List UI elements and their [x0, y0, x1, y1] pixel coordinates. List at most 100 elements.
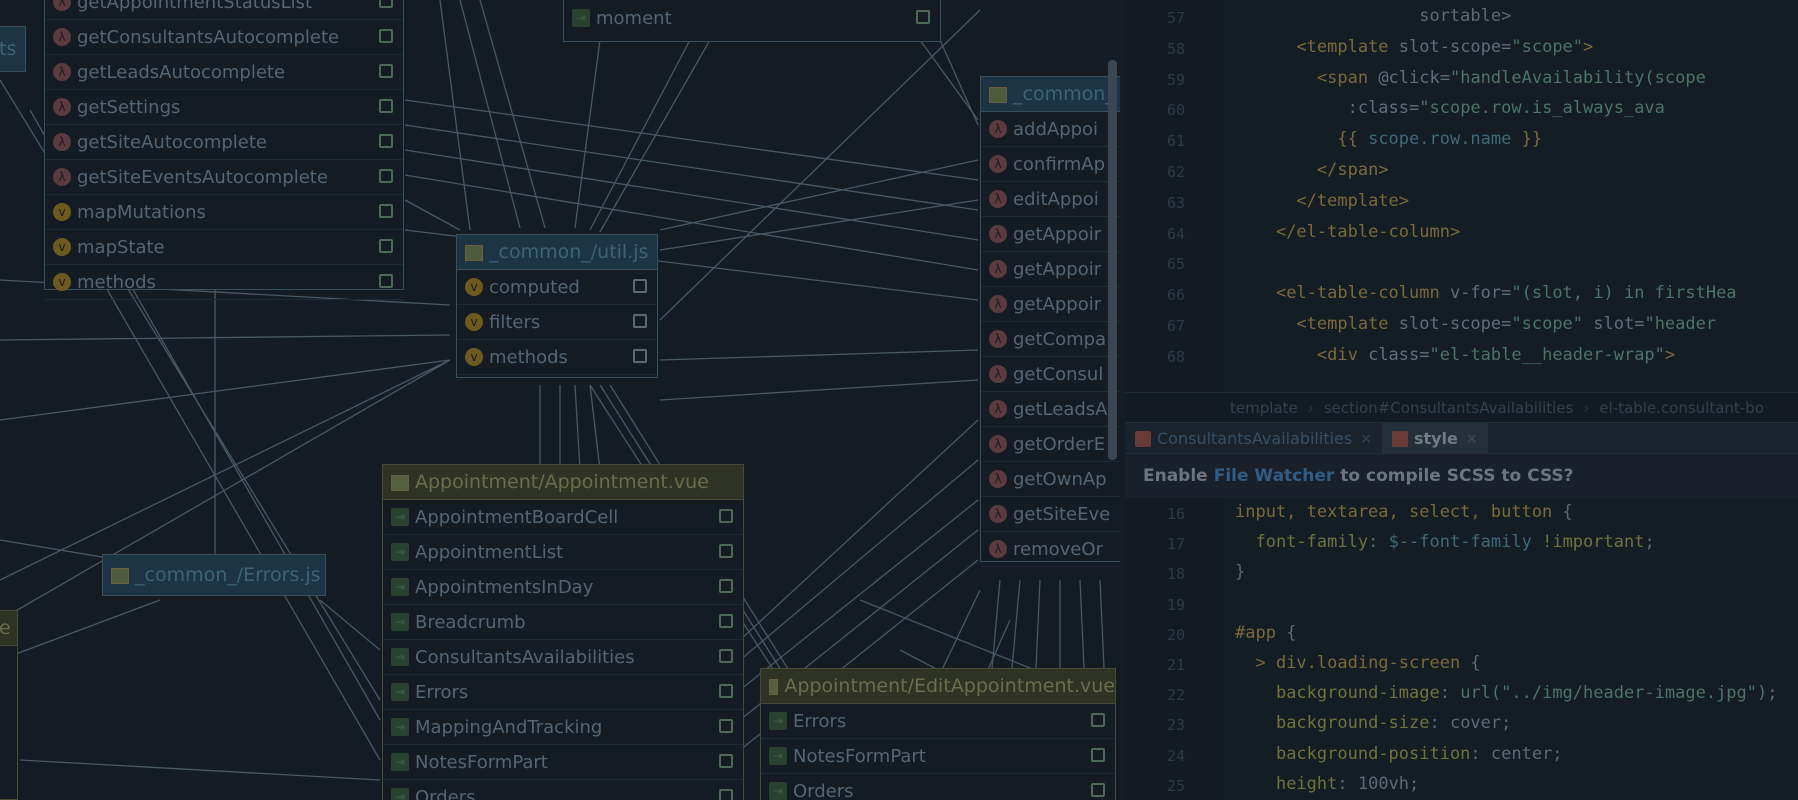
breadcrumb-item[interactable]: section#ConsultantsAvailabilities	[1324, 399, 1574, 417]
node-member[interactable]: λ getAppoir	[981, 217, 1120, 252]
diagram-node-appointment[interactable]: Appointment/Appointment.vue ⇥ Appointment…	[382, 464, 744, 800]
style-code-view[interactable]: 16 input, textarea, select, button {17 fo…	[1125, 498, 1798, 800]
node-member[interactable]: v mapState	[45, 230, 403, 265]
node-member[interactable]: v computed	[457, 270, 657, 305]
lambda-icon: λ	[53, 0, 71, 11]
code-line[interactable]: input, textarea, select, button {	[1235, 502, 1573, 522]
node-member[interactable]: λ removeOr	[981, 532, 1120, 567]
export-icon	[379, 0, 393, 8]
node-member[interactable]: λ getCompa	[981, 322, 1120, 357]
node-member[interactable]: ⇥ ConsultantsAvailabilities	[383, 640, 743, 675]
breadcrumb-item[interactable]: el-table.consultant-bo	[1599, 399, 1764, 417]
code-line[interactable]: <div class="el-table__header-wrap">	[1235, 345, 1675, 365]
code-line[interactable]: background-position: center;	[1235, 744, 1563, 764]
node-member[interactable]: ⇥ AppointmentList	[383, 535, 743, 570]
code-line[interactable]: #app {	[1235, 623, 1296, 643]
node-member[interactable]: ⇥ AppointmentBoardCell	[383, 500, 743, 535]
code-token: <div	[1316, 344, 1369, 365]
component-icon: ⇥	[391, 543, 409, 561]
diagram-scrollbar[interactable]	[1108, 60, 1117, 460]
code-line[interactable]: {{ scope.row.name }}	[1235, 129, 1542, 149]
code-line[interactable]: <template slot-scope="scope" slot="heade…	[1235, 314, 1716, 334]
node-member[interactable]: λ editAppoi	[981, 182, 1120, 217]
breadcrumb-item[interactable]: template	[1230, 399, 1298, 417]
code-editor[interactable]: 57 sortable> 58 <template slot-scope="sco…	[1125, 0, 1798, 800]
diagram-node-edit-appointment[interactable]: Appointment/EditAppointment.vue ⇥ Errors …	[760, 668, 1116, 800]
code-line[interactable]: height: 100vh;	[1235, 774, 1419, 794]
node-member[interactable]: ⇥ Breadcrumb	[383, 605, 743, 640]
node-member[interactable]: λ getAppoir	[981, 287, 1120, 322]
node-member[interactable]: λ getLeadsAutocomplete	[45, 55, 403, 90]
code-token: </span>	[1316, 160, 1389, 180]
code-line[interactable]: </el-table-column>	[1235, 222, 1460, 242]
code-line[interactable]: > div.loading-screen {	[1235, 653, 1481, 673]
node-member[interactable]: v methods	[457, 340, 657, 375]
node-member[interactable]: v methods	[45, 265, 403, 300]
code-token: >	[1583, 36, 1594, 57]
js-file-icon	[989, 87, 1007, 103]
node-member[interactable]: v filters	[457, 305, 657, 340]
diagram-node-moment[interactable]: ⇥ moment	[563, 0, 941, 42]
code-line[interactable]: background-image: url("../img/header-ima…	[1235, 683, 1778, 703]
tab-consultants-availabilities[interactable]: ConsultantsAvailabilities ×	[1125, 423, 1382, 454]
code-line[interactable]: <span @click="handleAvailability(scope	[1235, 68, 1706, 88]
node-member[interactable]: ⇥ MappingAndTracking	[383, 710, 743, 745]
node-member[interactable]: ⇥ NotesFormPart	[761, 739, 1115, 774]
code-line[interactable]: }	[1235, 562, 1245, 582]
node-member[interactable]: ⇥ Errors	[383, 675, 743, 710]
code-line[interactable]: </template>	[1235, 191, 1409, 211]
node-member[interactable]: ⇥ AppointmentsInDay	[383, 570, 743, 605]
code-line[interactable]: font-family: $--font-family !important;	[1235, 532, 1654, 552]
code-token: "el-table__header-wrap"	[1429, 344, 1665, 365]
node-member[interactable]: λ confirmAp	[981, 147, 1120, 182]
node-member[interactable]: ⇥ Errors	[761, 704, 1115, 739]
file-watcher-link[interactable]: File Watcher	[1214, 466, 1335, 486]
diagram-node-util[interactable]: _common_/util.js v computed v filters v met…	[456, 234, 658, 378]
code-token: <template	[1296, 314, 1399, 334]
node-member[interactable]: λ addAppoi	[981, 112, 1120, 147]
code-token: "(slot, i) in firstHea	[1511, 283, 1737, 304]
node-member[interactable]: λ getOwnAp	[981, 462, 1120, 497]
node-member[interactable]: v mapMutations	[45, 195, 403, 230]
close-icon[interactable]: ×	[1466, 431, 1478, 447]
node-member[interactable]: ⇥ Orders	[383, 780, 743, 800]
variable-icon: v	[465, 313, 483, 331]
code-line[interactable]: <el-table-column v-for="(slot, i) in fir…	[1235, 283, 1737, 303]
code-token: input, textarea, select, button	[1235, 502, 1563, 522]
diagram-node-left-stub-top[interactable]: ts	[0, 26, 26, 72]
node-member[interactable]: λ getSiteAutocomplete	[45, 125, 403, 160]
code-line[interactable]: background-size: cover;	[1235, 713, 1511, 733]
node-member[interactable]: ⇥ moment	[564, 1, 940, 35]
variable-icon: v	[53, 203, 71, 221]
diagram-node-errors[interactable]: _common_/Errors.js	[102, 554, 326, 596]
diagram-node-common-api[interactable]: _common_ λ addAppoi λ confirmAp λ editAppoi…	[980, 76, 1120, 567]
close-icon[interactable]: ×	[1360, 431, 1372, 447]
tab-style[interactable]: style ×	[1381, 423, 1488, 456]
node-member[interactable]: ⇥ NotesFormPart	[383, 745, 743, 780]
code-line[interactable]: :class="scope.row.is_always_ava	[1235, 98, 1665, 118]
node-member[interactable]: λ getConsultantsAutocomplete	[45, 20, 403, 55]
code-line[interactable]: <template slot-scope="scope">	[1235, 37, 1593, 57]
diagram-node-left-stub-bottom[interactable]: e	[0, 610, 18, 800]
line-number: 64	[1166, 224, 1185, 243]
code-line[interactable]: sortable>	[1235, 6, 1511, 26]
node-member[interactable]: λ getLeadsA	[981, 392, 1120, 427]
line-number: 21	[1166, 656, 1185, 674]
node-member[interactable]: λ getAppoir	[981, 252, 1120, 287]
node-member[interactable]: λ getSiteEventsAutocomplete	[45, 160, 403, 195]
node-member[interactable]: λ getAppointmentStatusList	[45, 0, 403, 20]
export-icon	[379, 134, 393, 148]
code-token: "scope.row.is_always_ava	[1419, 98, 1665, 119]
diagram-node-store-actions[interactable]: λ getAppointmentStatusList λ getConsultant…	[44, 0, 404, 300]
node-member[interactable]: λ getOrderE	[981, 427, 1120, 462]
node-member[interactable]: λ getConsul	[981, 357, 1120, 392]
node-member[interactable]: λ getSiteEve	[981, 497, 1120, 532]
node-member[interactable]: λ getSettings	[45, 90, 403, 125]
node-member[interactable]: ⇥ Orders	[761, 774, 1115, 800]
lambda-icon: λ	[989, 295, 1007, 313]
code-token: {	[1470, 653, 1481, 673]
dependency-diagram[interactable]: ts e λ getAppointmentStatusList λ getConsu…	[0, 0, 1120, 800]
code-line[interactable]: </span>	[1235, 160, 1389, 180]
line-number: 68	[1166, 347, 1185, 366]
